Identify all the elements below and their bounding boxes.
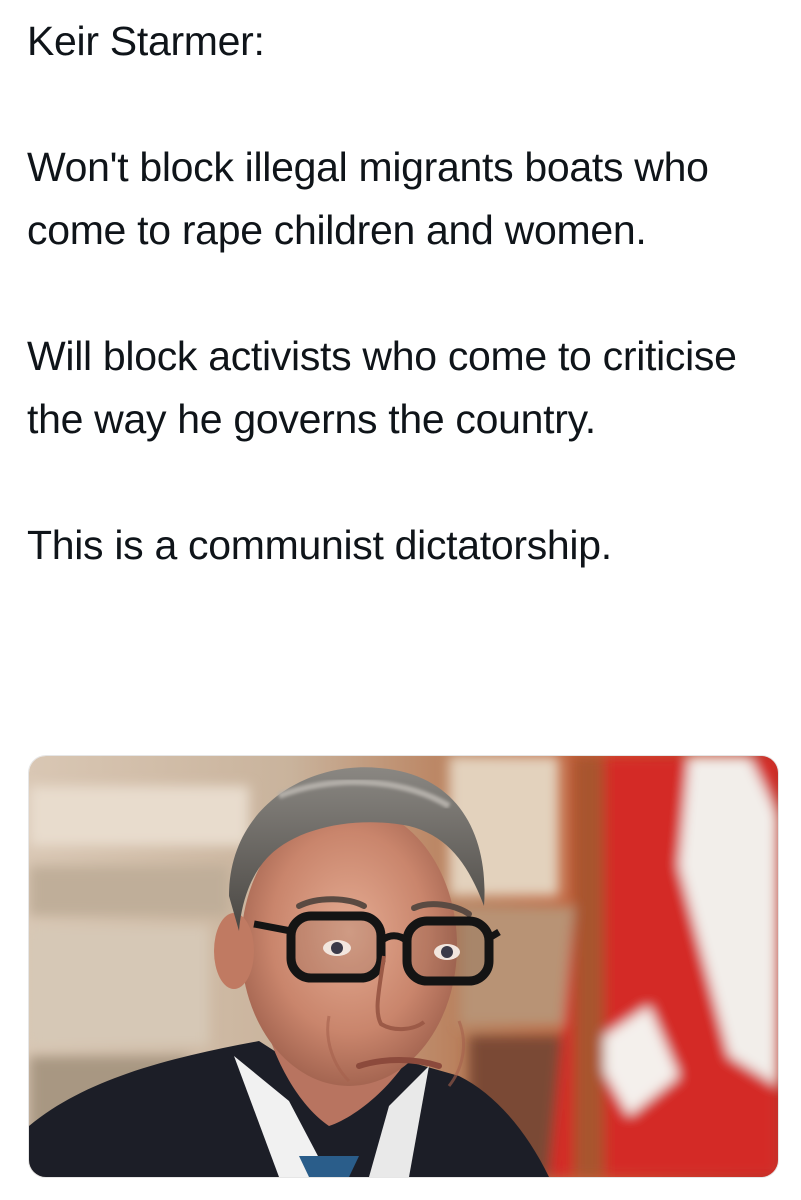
tweet-paragraph-1: Won't block illegal migrants boats who c… <box>27 144 709 253</box>
tweet-author-line: Keir Starmer: <box>27 18 265 64</box>
tweet-paragraph-2: Will block activists who come to critici… <box>27 333 737 442</box>
tweet-paragraph-3: This is a communist dictatorship. <box>27 522 612 568</box>
portrait-image <box>29 756 778 1177</box>
tweet-media-photo[interactable] <box>28 755 779 1178</box>
tweet-text: Keir Starmer: Won't block illegal migran… <box>27 10 787 577</box>
